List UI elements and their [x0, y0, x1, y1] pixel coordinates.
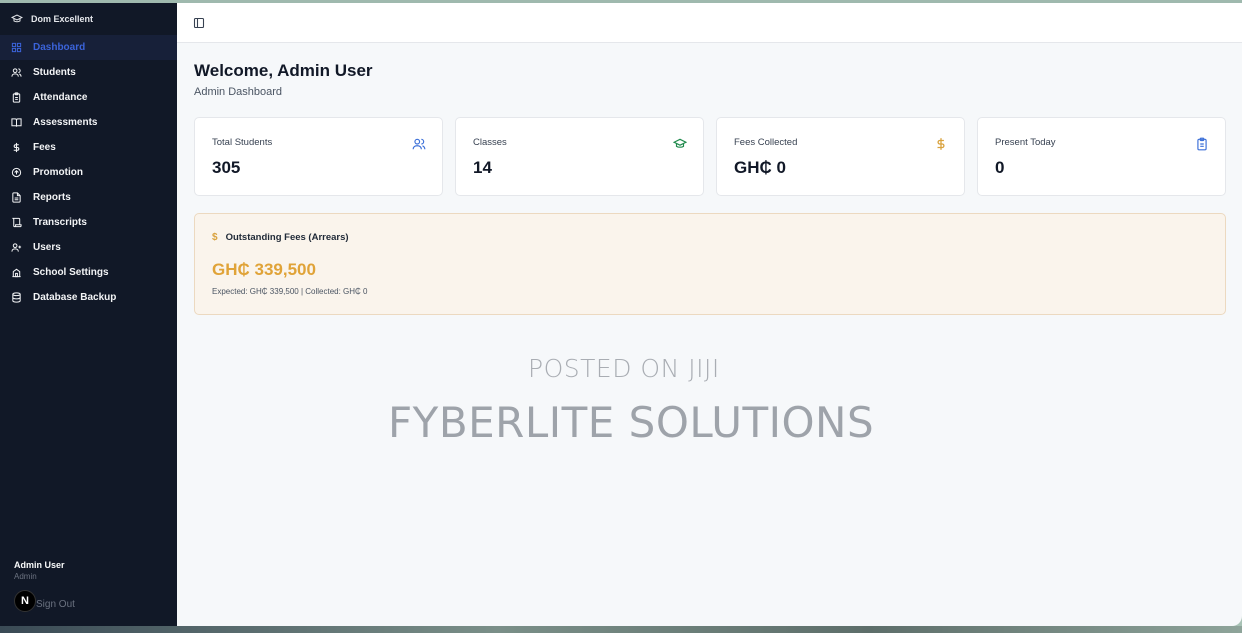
scroll-icon: [11, 217, 22, 228]
stats-row: Total Students 305 Classes 14 Fees Colle…: [194, 117, 1226, 196]
stat-value: GH₵ 0: [734, 158, 786, 177]
sidebar-item-label: Promotion: [33, 167, 83, 178]
sidebar-item-promotion[interactable]: Promotion: [0, 160, 177, 185]
stat-label: Present Today: [995, 137, 1056, 148]
sidebar-toggle-button[interactable]: [193, 16, 207, 30]
sidebar-nav: Dashboard Students Attendance Assessment…: [0, 35, 177, 310]
sidebar-item-users[interactable]: Users: [0, 235, 177, 260]
user-block: Admin User Admin: [14, 560, 65, 581]
sidebar-item-label: Attendance: [33, 92, 88, 103]
main-area: Welcome, Admin User Admin Dashboard Tota…: [177, 3, 1242, 626]
watermark-posted: POSTED ON JIJI: [528, 354, 720, 383]
dashboard-icon: [11, 42, 22, 53]
graduation-cap-icon: [11, 14, 23, 23]
sidebar-item-attendance[interactable]: Attendance: [0, 85, 177, 110]
stat-label: Total Students: [212, 137, 273, 148]
users-icon: [11, 67, 22, 78]
sidebar: Dom Excellent Dashboard Students Attenda…: [0, 3, 177, 626]
database-icon: [11, 292, 22, 303]
clipboard-icon: [1195, 137, 1209, 151]
arrow-circle-icon: [11, 167, 22, 178]
stat-label: Classes: [473, 137, 507, 148]
sidebar-item-database-backup[interactable]: Database Backup: [0, 285, 177, 310]
arrears-amount: GH₵ 339,500: [212, 260, 316, 279]
sidebar-item-label: School Settings: [33, 267, 109, 278]
user-role: Admin: [14, 572, 37, 581]
page-subtitle: Admin Dashboard: [194, 86, 283, 98]
arrears-card[interactable]: $ Outstanding Fees (Arrears) GH₵ 339,500…: [194, 213, 1226, 315]
user-name: Admin User: [14, 560, 65, 570]
file-icon: [11, 192, 22, 203]
clipboard-icon: [11, 92, 22, 103]
sidebar-item-label: Users: [33, 242, 61, 253]
book-open-icon: [11, 117, 22, 128]
page-title: Welcome, Admin User: [194, 61, 373, 80]
brand-name: Dom Excellent: [31, 14, 94, 24]
stat-value: 14: [473, 158, 492, 177]
dollar-icon: [934, 137, 948, 151]
users-icon: [412, 137, 426, 151]
sidebar-item-fees[interactable]: Fees: [0, 135, 177, 160]
app-window: Dom Excellent Dashboard Students Attenda…: [0, 3, 1242, 626]
sidebar-item-label: Assessments: [33, 117, 98, 128]
stat-label: Fees Collected: [734, 137, 798, 148]
school-icon: [11, 267, 22, 278]
arrears-header: $ Outstanding Fees (Arrears): [212, 232, 1208, 243]
sidebar-item-label: Students: [33, 67, 76, 78]
brand[interactable]: Dom Excellent: [0, 3, 177, 35]
sidebar-item-label: Fees: [33, 142, 56, 153]
dollar-icon: [11, 142, 22, 153]
user-plus-icon: [11, 242, 22, 253]
stat-value: 305: [212, 158, 241, 177]
sidebar-item-label: Dashboard: [33, 42, 86, 53]
stat-value: 0: [995, 158, 1005, 177]
stat-card-fees-collected[interactable]: Fees Collected GH₵ 0: [716, 117, 965, 196]
sidebar-item-school-settings[interactable]: School Settings: [0, 260, 177, 285]
sidebar-item-label: Transcripts: [33, 217, 87, 228]
sidebar-item-label: Reports: [33, 192, 71, 203]
nextjs-dev-badge[interactable]: N: [14, 590, 36, 612]
stat-card-present-today[interactable]: Present Today 0: [977, 117, 1226, 196]
dashboard-content: Welcome, Admin User Admin Dashboard Tota…: [177, 43, 1242, 315]
sidebar-item-reports[interactable]: Reports: [0, 185, 177, 210]
arrears-title: Outstanding Fees (Arrears): [225, 232, 349, 243]
top-bar: [177, 3, 1242, 43]
sidebar-item-transcripts[interactable]: Transcripts: [0, 210, 177, 235]
sidebar-item-assessments[interactable]: Assessments: [0, 110, 177, 135]
arrears-detail: Expected: GH₵ 339,500 | Collected: GH₵ 0: [212, 287, 368, 296]
sidebar-item-label: Database Backup: [33, 292, 117, 303]
sign-out-label: Sign Out: [36, 599, 75, 610]
panel-left-icon: [193, 17, 205, 28]
watermark-company: FYBERLITE SOLUTIONS: [388, 398, 875, 447]
sidebar-item-students[interactable]: Students: [0, 60, 177, 85]
graduation-cap-icon: [672, 137, 688, 151]
stat-card-classes[interactable]: Classes 14: [455, 117, 704, 196]
sidebar-item-dashboard[interactable]: Dashboard: [0, 35, 177, 60]
dollar-icon: $: [212, 232, 218, 243]
stat-card-total-students[interactable]: Total Students 305: [194, 117, 443, 196]
desktop-background-strip: [0, 626, 1242, 633]
